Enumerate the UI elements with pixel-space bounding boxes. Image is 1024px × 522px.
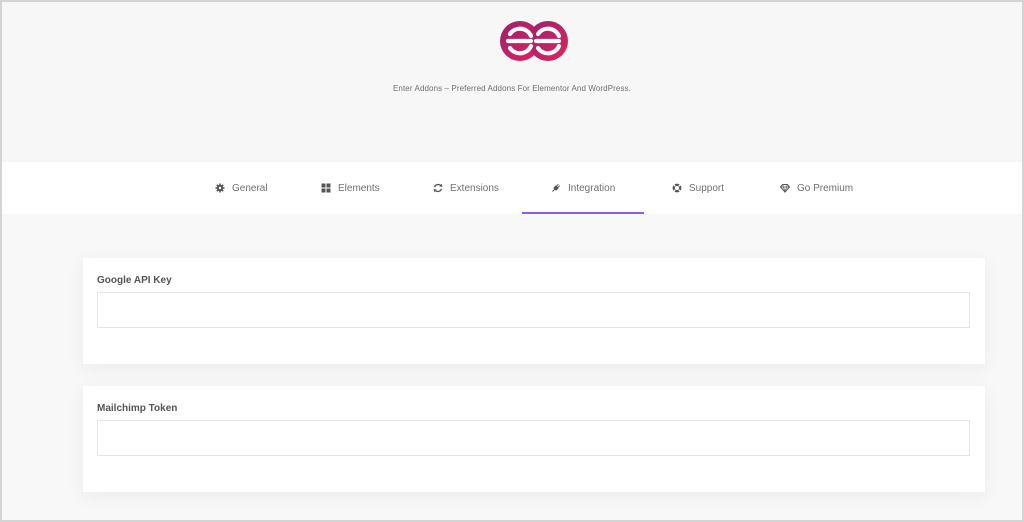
tab-elements-label: Elements	[338, 182, 380, 194]
tab-general-label: General	[232, 182, 268, 194]
tab-elements[interactable]: Elements	[321, 162, 380, 214]
mailchimp-token-label: Mailchimp Token	[97, 403, 178, 414]
google-api-key-input[interactable]	[97, 292, 970, 328]
refresh-icon	[433, 183, 443, 193]
integration-panel: Google API Key Mailchimp Token	[2, 214, 1022, 520]
tab-integration-label: Integration	[568, 182, 616, 194]
tagline: Enter Addons – Preferred Addons For Elem…	[393, 84, 631, 93]
app-window: Enter Addons – Preferred Addons For Elem…	[0, 0, 1024, 522]
google-api-key-label: Google API Key	[97, 275, 172, 286]
tab-general[interactable]: General	[215, 162, 268, 214]
mailchimp-token-input[interactable]	[97, 420, 970, 456]
settings-tabs: General Elements Extensions Integration …	[2, 162, 1022, 214]
gear-icon	[215, 183, 225, 193]
enter-addons-logo-icon	[500, 21, 568, 61]
tab-extensions-label: Extensions	[450, 182, 499, 194]
tab-support[interactable]: Support	[672, 162, 724, 214]
diamond-icon	[780, 184, 790, 193]
tab-go-premium[interactable]: Go Premium	[780, 162, 853, 214]
tab-go-premium-label: Go Premium	[797, 182, 854, 194]
tab-support-label: Support	[689, 182, 725, 194]
mailchimp-token-card: Mailchimp Token	[83, 386, 985, 492]
google-api-key-card: Google API Key	[83, 258, 985, 364]
page-header: Enter Addons – Preferred Addons For Elem…	[2, 2, 1022, 162]
lifebuoy-icon	[672, 183, 682, 193]
tab-extensions[interactable]: Extensions	[433, 162, 499, 214]
tab-integration[interactable]: Integration	[521, 162, 645, 214]
plug-icon	[552, 183, 561, 192]
grid-icon	[321, 183, 331, 193]
